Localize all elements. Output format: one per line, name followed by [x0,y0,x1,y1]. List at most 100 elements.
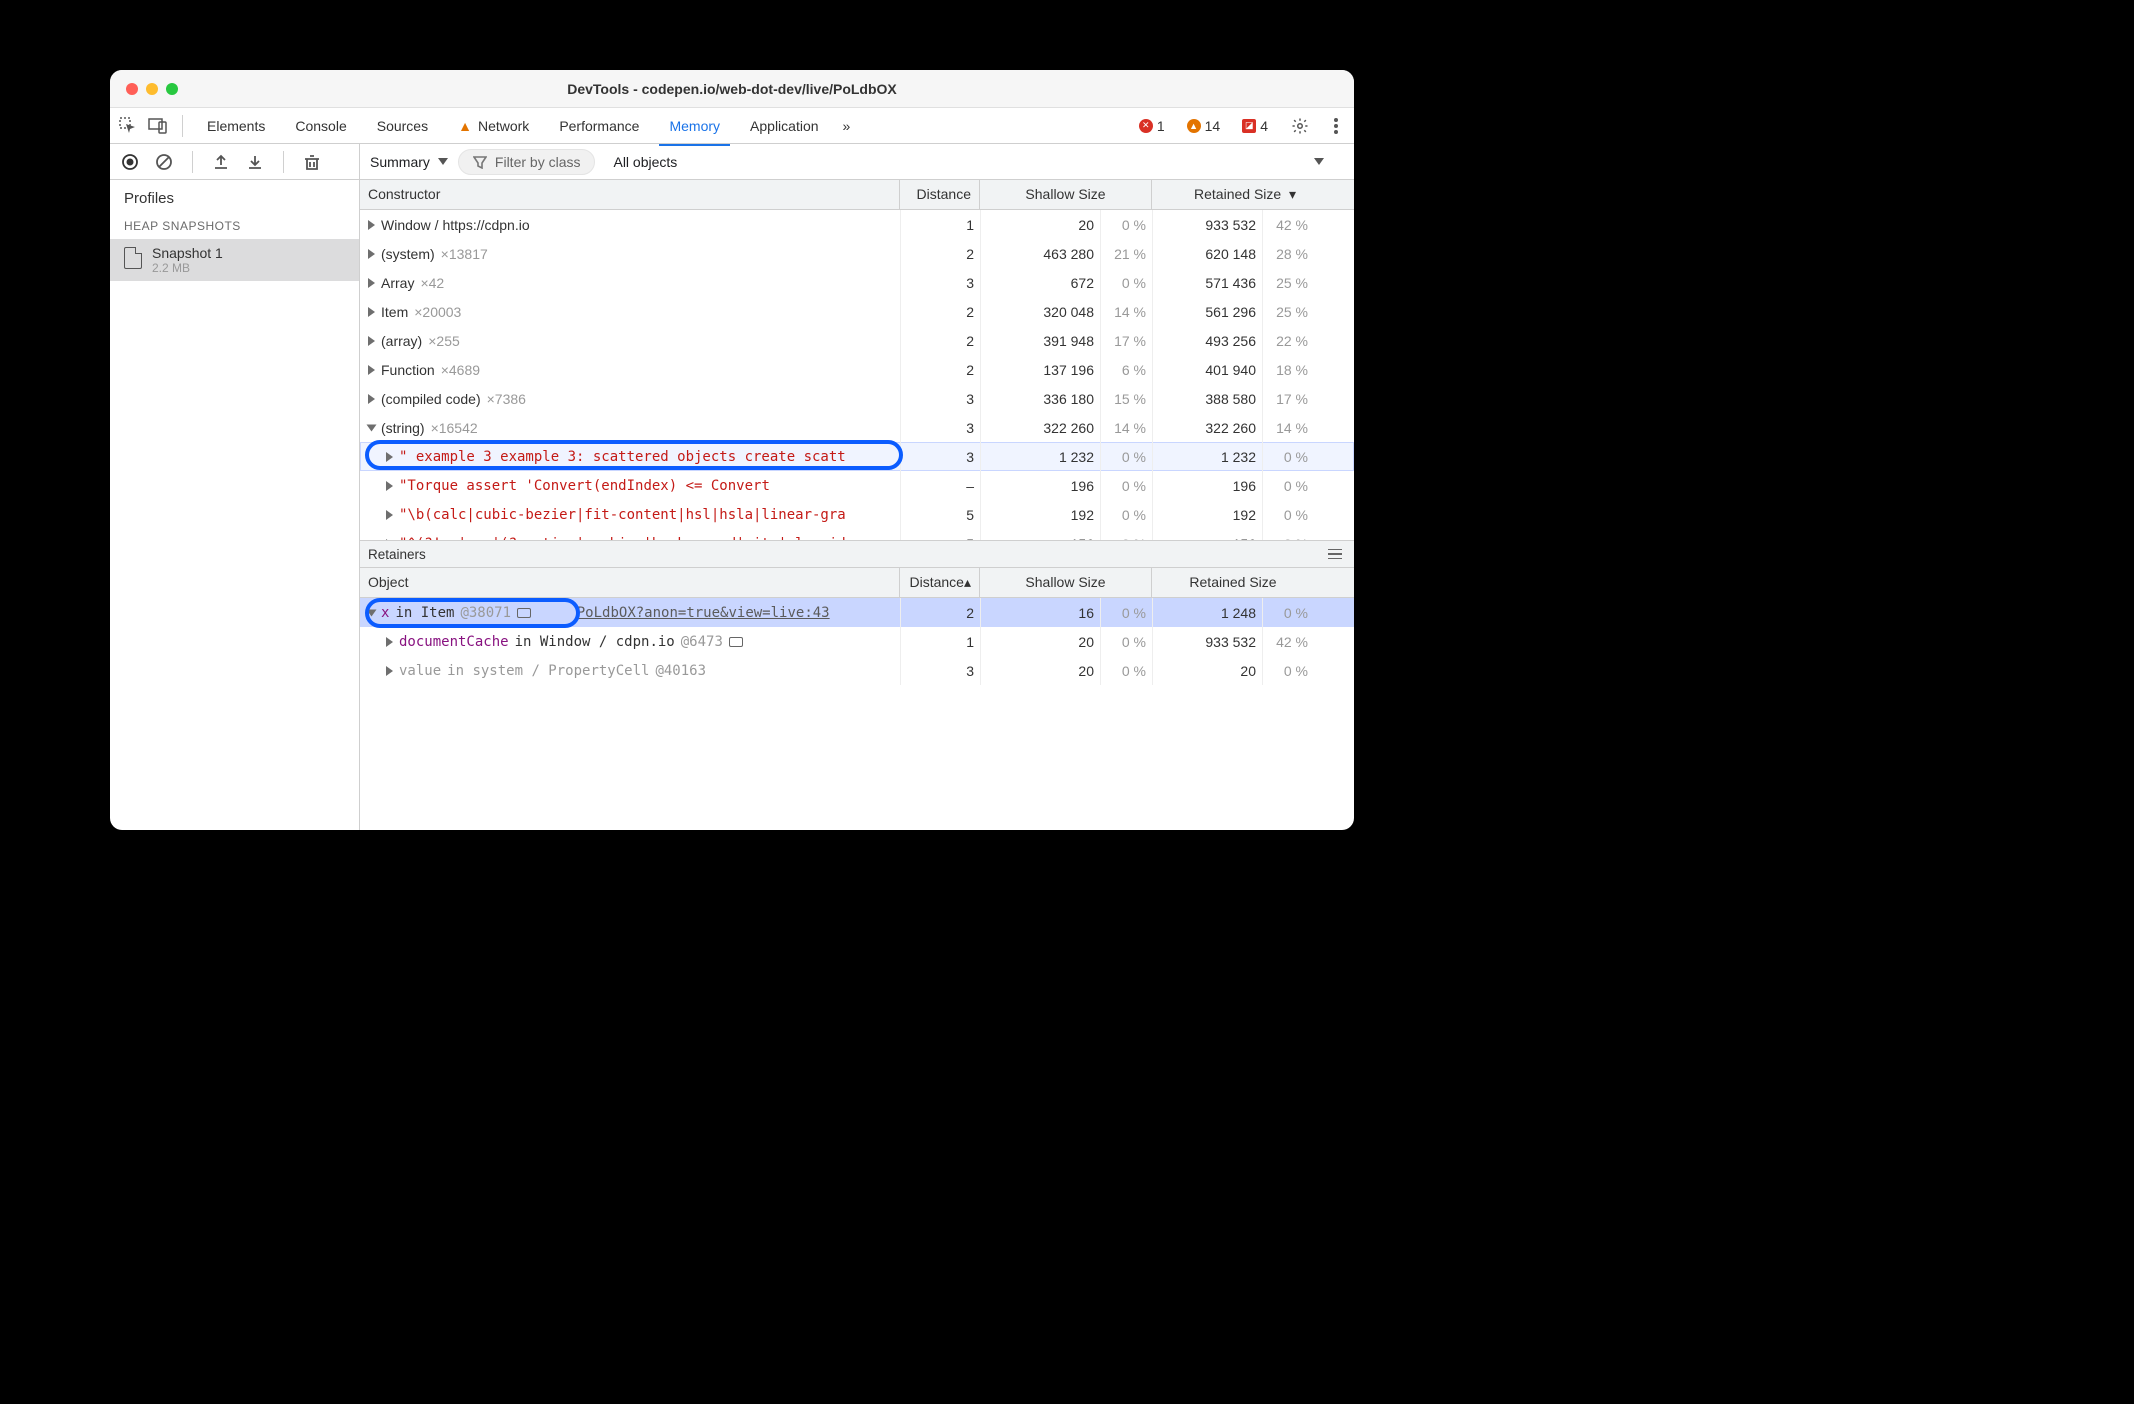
table-row[interactable]: Item ×200032320 04814 %561 29625 % [360,297,1354,326]
retained-pct-cell: 28 % [1262,239,1314,268]
table-row[interactable]: " example 3 example 3: scattered objects… [360,442,1354,471]
expand-icon[interactable] [386,637,393,647]
more-icon[interactable] [1326,116,1346,136]
object-filter-caret[interactable] [1314,158,1324,165]
tab-memory[interactable]: Memory [659,108,730,144]
col-retained[interactable]: Retained Size ▾ [1152,180,1314,209]
shallow-size-cell: 16 [980,598,1100,627]
shallow-pct-cell: 0 % [1100,656,1152,685]
gc-icon[interactable] [302,152,322,172]
tabs-overflow[interactable]: » [839,108,855,144]
shallow-size-cell: 192 [980,500,1100,529]
property-name: value [399,663,441,679]
retained-size-cell: 192 [1152,500,1262,529]
col-object[interactable]: Object [360,568,900,597]
col-distance[interactable]: Distance [900,180,980,209]
class-filter[interactable]: Filter by class [458,149,596,175]
issues-count[interactable]: ◪4 [1236,118,1274,134]
expand-icon[interactable] [368,365,375,375]
tab-network[interactable]: ▲Network [448,108,539,144]
constructors-table: Constructor Distance Shallow Size Retain… [360,180,1354,540]
col-retained-ret[interactable]: Retained Size [1152,568,1314,597]
expand-icon[interactable] [367,609,377,616]
expand-icon[interactable] [386,510,393,520]
expand-icon[interactable] [367,424,377,431]
table-row[interactable]: "\b(calc|cubic-bezier|fit-content|hsl|hs… [360,500,1354,529]
source-link[interactable]: PoLdbOX?anon=true&view=live:43 [577,605,830,621]
warning-count[interactable]: ▲14 [1181,118,1227,134]
tab-application[interactable]: Application [740,108,829,144]
profiles-label: Profiles [110,180,359,213]
panel-body: Profiles HEAP SNAPSHOTS Snapshot 1 2.2 M… [110,144,1354,830]
instance-count: ×42 [420,275,444,291]
retainer-row[interactable]: documentCache in Window / cdpn.io @6473 … [360,627,1354,656]
retained-size-cell: 620 148 [1152,239,1262,268]
expand-icon[interactable] [386,539,393,541]
object-id: @40163 [655,663,706,679]
shallow-size-cell: 20 [980,627,1100,656]
tab-performance[interactable]: Performance [549,108,649,144]
expand-icon[interactable] [386,666,393,676]
clear-icon[interactable] [154,152,174,172]
table-row[interactable]: Function ×46892137 1966 %401 94018 % [360,355,1354,384]
shallow-size-cell: 196 [980,471,1100,500]
table-row[interactable]: (string) ×165423322 26014 %322 26014 % [360,413,1354,442]
element-icon [729,637,743,647]
table-row[interactable]: Array ×4236720 %571 43625 % [360,268,1354,297]
col-constructor[interactable]: Constructor [360,180,900,209]
retainer-row[interactable]: value in system / PropertyCell @40163320… [360,656,1354,685]
settings-icon[interactable] [1290,116,1310,136]
window-controls [110,83,178,95]
col-distance-ret[interactable]: Distance▴ [900,568,980,597]
tab-elements[interactable]: Elements [197,108,275,144]
record-icon[interactable] [120,152,140,172]
perspective-select[interactable]: Summary [370,154,448,170]
table-row[interactable]: "Torque assert 'Convert(endIndex) <= Con… [360,471,1354,500]
col-shallow[interactable]: Shallow Size [980,180,1152,209]
shallow-pct-cell: 14 % [1100,413,1152,442]
expand-icon[interactable] [368,278,375,288]
tab-console[interactable]: Console [285,108,356,144]
table-row[interactable]: (array) ×2552391 94817 %493 25622 % [360,326,1354,355]
retained-size-cell: 196 [1152,471,1262,500]
object-filter-select[interactable]: All objects [613,154,677,170]
save-icon[interactable] [245,152,265,172]
table-row[interactable]: (system) ×138172463 28021 %620 14828 % [360,239,1354,268]
expand-icon[interactable] [368,220,375,230]
distance-cell: 2 [900,239,980,268]
expand-icon[interactable] [368,307,375,317]
table-row[interactable]: Window / https://cdpn.io1200 %933 53242 … [360,210,1354,239]
device-icon[interactable] [148,116,168,136]
retained-pct-cell: 25 % [1262,268,1314,297]
table-row[interactable]: (compiled code) ×73863336 18015 %388 580… [360,384,1354,413]
expand-icon[interactable] [386,452,393,462]
col-shallow-ret[interactable]: Shallow Size [980,568,1152,597]
expand-icon[interactable] [368,336,375,346]
tab-sources[interactable]: Sources [367,108,438,144]
warning-icon: ▲ [458,118,472,134]
minimize-window-button[interactable] [146,83,158,95]
close-window-button[interactable] [126,83,138,95]
expand-icon[interactable] [386,481,393,491]
inspect-icon[interactable] [118,116,138,136]
load-icon[interactable] [211,152,231,172]
shallow-size-cell: 20 [980,656,1100,685]
retainer-row[interactable]: x in Item @38071 PoLdbOX?anon=true&view=… [360,598,1354,627]
retained-pct-cell: 0 % [1262,598,1314,627]
zoom-window-button[interactable] [166,83,178,95]
retainers-menu-icon[interactable] [1328,549,1342,560]
retained-pct-cell: 14 % [1262,413,1314,442]
snapshot-item[interactable]: Snapshot 1 2.2 MB [110,239,359,281]
caret-down-icon [1314,158,1324,165]
shallow-size-cell: 336 180 [980,384,1100,413]
constructor-name: Item [381,304,408,320]
constructor-name: Function [381,362,435,378]
expand-icon[interactable] [368,249,375,259]
property-name: documentCache [399,634,509,650]
retained-pct-cell: 42 % [1262,627,1314,656]
instance-count: ×20003 [414,304,461,320]
expand-icon[interactable] [368,394,375,404]
constructor-name: (array) [381,333,422,349]
table-row[interactable]: "^(?!on|src|(?:action|archive|background… [360,529,1354,540]
error-count[interactable]: ✕1 [1133,118,1171,134]
